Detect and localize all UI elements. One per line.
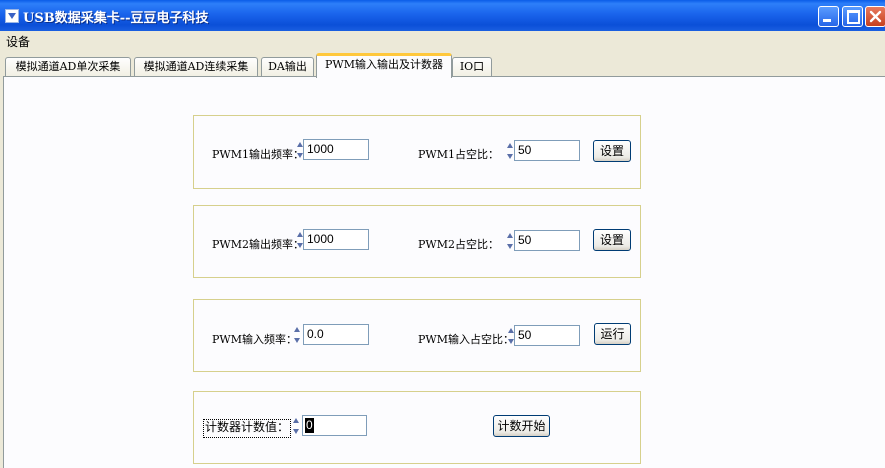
pwm-input-duty-label: PWM输入占空比： <box>418 333 514 346</box>
pwm1-freq-label: PWM1输出频率： <box>212 148 304 161</box>
pwm2-duty-spinner[interactable] <box>507 231 514 251</box>
counter-label: 计数器计数值： <box>203 419 292 438</box>
counter-value-text: 0 <box>305 418 314 433</box>
pwm2-set-button[interactable]: 设置 <box>593 229 631 251</box>
window-title: USB数据采集卡--豆豆电子科技 <box>23 11 209 26</box>
tab-strip: 模拟通道AD单次采集 模拟通道AD连续采集 DA输出 PWM输入输出及计数器 I… <box>0 52 885 78</box>
pwm1-duty-spinner[interactable] <box>507 141 514 161</box>
minimize-button[interactable] <box>818 6 839 27</box>
pwm1-duty-label: PWM1占空比： <box>418 148 499 161</box>
counter-spinner[interactable] <box>293 416 300 436</box>
tab-ad-single[interactable]: 模拟通道AD单次采集 <box>5 57 131 77</box>
pwm-input-freq-input[interactable]: 0.0 <box>303 324 369 345</box>
pwm2-duty-label: PWM2占空比： <box>418 238 499 251</box>
counter-start-button[interactable]: 计数开始 <box>493 415 550 437</box>
close-icon <box>869 10 882 23</box>
tab-io[interactable]: IO口 <box>452 57 492 77</box>
pwm1-freq-input[interactable]: 1000 <box>303 139 369 160</box>
pwm2-freq-input[interactable]: 1000 <box>303 229 369 250</box>
pwm-input-freq-spinner[interactable] <box>294 325 301 345</box>
pwm2-freq-label: PWM2输出频率： <box>212 238 304 251</box>
pwm-input-run-button[interactable]: 运行 <box>594 323 631 345</box>
pwm2-duty-input[interactable]: 50 <box>514 230 580 251</box>
tab-da-output[interactable]: DA输出 <box>261 57 314 77</box>
counter-value-input[interactable]: 0 <box>302 415 367 436</box>
pwm-input-freq-label: PWM输入频率： <box>212 333 297 346</box>
pwm1-set-button[interactable]: 设置 <box>593 140 631 162</box>
pwm-input-duty-input[interactable]: 50 <box>514 325 580 346</box>
pwm1-duty-input[interactable]: 50 <box>514 140 580 161</box>
menu-item-device[interactable]: 设备 <box>6 33 30 50</box>
maximize-button[interactable] <box>842 6 863 27</box>
tab-pwm-counter[interactable]: PWM输入输出及计数器 <box>316 53 452 78</box>
tab-ad-continuous[interactable]: 模拟通道AD连续采集 <box>134 57 258 77</box>
title-bar: USB数据采集卡--豆豆电子科技 <box>0 0 885 31</box>
app-icon[interactable] <box>5 9 19 23</box>
menu-bar: 设备 <box>0 31 885 51</box>
close-button[interactable] <box>865 6 885 27</box>
